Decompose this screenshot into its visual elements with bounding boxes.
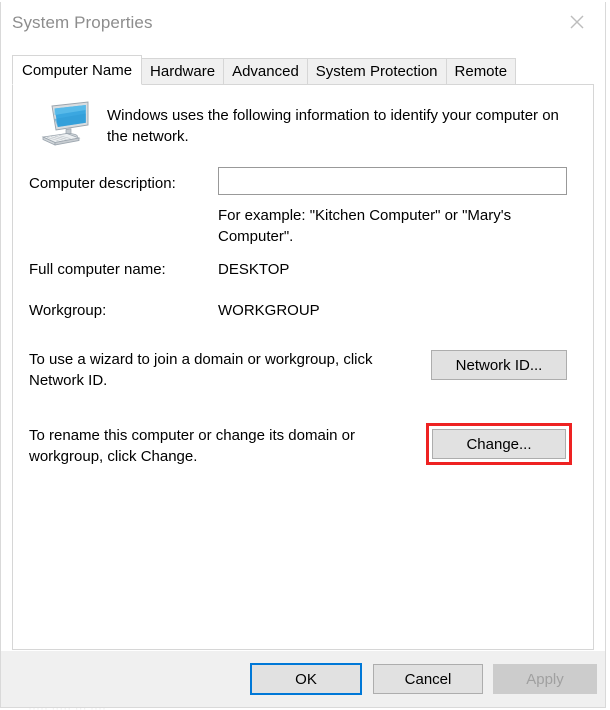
- ok-button[interactable]: OK: [250, 663, 362, 695]
- tab-label: Remote: [454, 63, 508, 80]
- apply-button: Apply: [493, 664, 597, 694]
- tab-advanced[interactable]: Advanced: [224, 58, 308, 85]
- tab-system-protection[interactable]: System Protection: [307, 58, 447, 85]
- computer-description-label: Computer description:: [29, 175, 176, 192]
- dialog-footer: OK Cancel Apply: [1, 651, 605, 707]
- tab-strip: Computer Name Hardware Advanced System P…: [12, 55, 517, 85]
- close-button[interactable]: [549, 2, 605, 42]
- window-border-right: [605, 2, 606, 708]
- change-button[interactable]: Change...: [432, 429, 566, 459]
- window-border-left: [0, 2, 1, 708]
- tab-hardware[interactable]: Hardware: [142, 58, 225, 85]
- system-properties-dialog: ········· ····· ····· ··· ···· System Pr…: [0, 0, 610, 710]
- computer-description-hint: For example: "Kitchen Computer" or "Mary…: [218, 207, 512, 245]
- network-id-description: To use a wizard to join a domain or work…: [29, 351, 373, 389]
- computer-description-input[interactable]: [218, 167, 567, 195]
- network-id-button[interactable]: Network ID...: [431, 350, 567, 380]
- change-description: To rename this computer or change its do…: [29, 427, 355, 465]
- tab-label: System Protection: [315, 63, 438, 80]
- close-icon: [567, 12, 587, 32]
- tab-computer-name[interactable]: Computer Name: [12, 55, 143, 85]
- computer-name-tab-panel: Windows uses the following information t…: [12, 84, 594, 650]
- full-computer-name-value: DESKTOP: [218, 261, 290, 278]
- computer-monitor-icon: [41, 101, 91, 149]
- tab-label: Advanced: [232, 63, 299, 80]
- title-bar: System Properties: [1, 2, 605, 46]
- tab-label: Hardware: [150, 63, 216, 80]
- tab-label: Computer Name: [22, 61, 133, 79]
- workgroup-label: Workgroup:: [29, 302, 107, 319]
- intro-text: Windows uses the following information t…: [107, 107, 559, 145]
- tab-remote[interactable]: Remote: [446, 58, 517, 85]
- window-title: System Properties: [12, 13, 153, 32]
- full-computer-name-label: Full computer name:: [29, 261, 166, 278]
- workgroup-value: WORKGROUP: [218, 302, 320, 319]
- cancel-button[interactable]: Cancel: [373, 664, 483, 694]
